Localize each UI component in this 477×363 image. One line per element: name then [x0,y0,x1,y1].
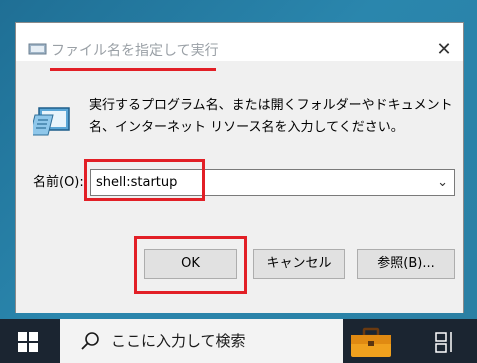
browse-button[interactable]: 参照(B)... [357,249,455,279]
taskbar: ここに入力して検索 [0,319,477,363]
run-app-icon [28,43,47,55]
chevron-down-icon[interactable]: ⌄ [437,174,448,192]
dialog-body [16,61,463,233]
input-highlight-box [84,159,205,201]
close-icon: ✕ [436,39,452,60]
run-dialog: ファイル名を指定して実行 ✕ 実行するプログラム名、または開くフォルダーやドキュ… [15,22,464,313]
taskbar-search-box[interactable]: ここに入力して検索 [60,319,343,363]
title-highlight-underline [50,68,216,71]
window-title: ファイル名を指定して実行 [51,43,219,59]
instruction-text: 実行するプログラム名、または開くフォルダーやドキュメント名、インターネット リソ… [89,98,453,135]
briefcase-icon[interactable] [349,327,393,359]
close-button[interactable]: ✕ [431,37,457,63]
windows-start-icon[interactable] [18,332,38,352]
search-placeholder: ここに入力して検索 [111,332,246,350]
run-program-icon [33,107,70,136]
taskbar-tray-area [343,319,477,363]
title-bar[interactable]: ファイル名を指定して実行 ✕ [16,23,463,61]
ok-highlight-box [134,236,247,294]
search-icon [81,332,99,350]
cancel-button[interactable]: キャンセル [253,249,345,279]
name-label: 名前(O): [33,175,84,190]
task-view-icon[interactable] [435,331,455,353]
